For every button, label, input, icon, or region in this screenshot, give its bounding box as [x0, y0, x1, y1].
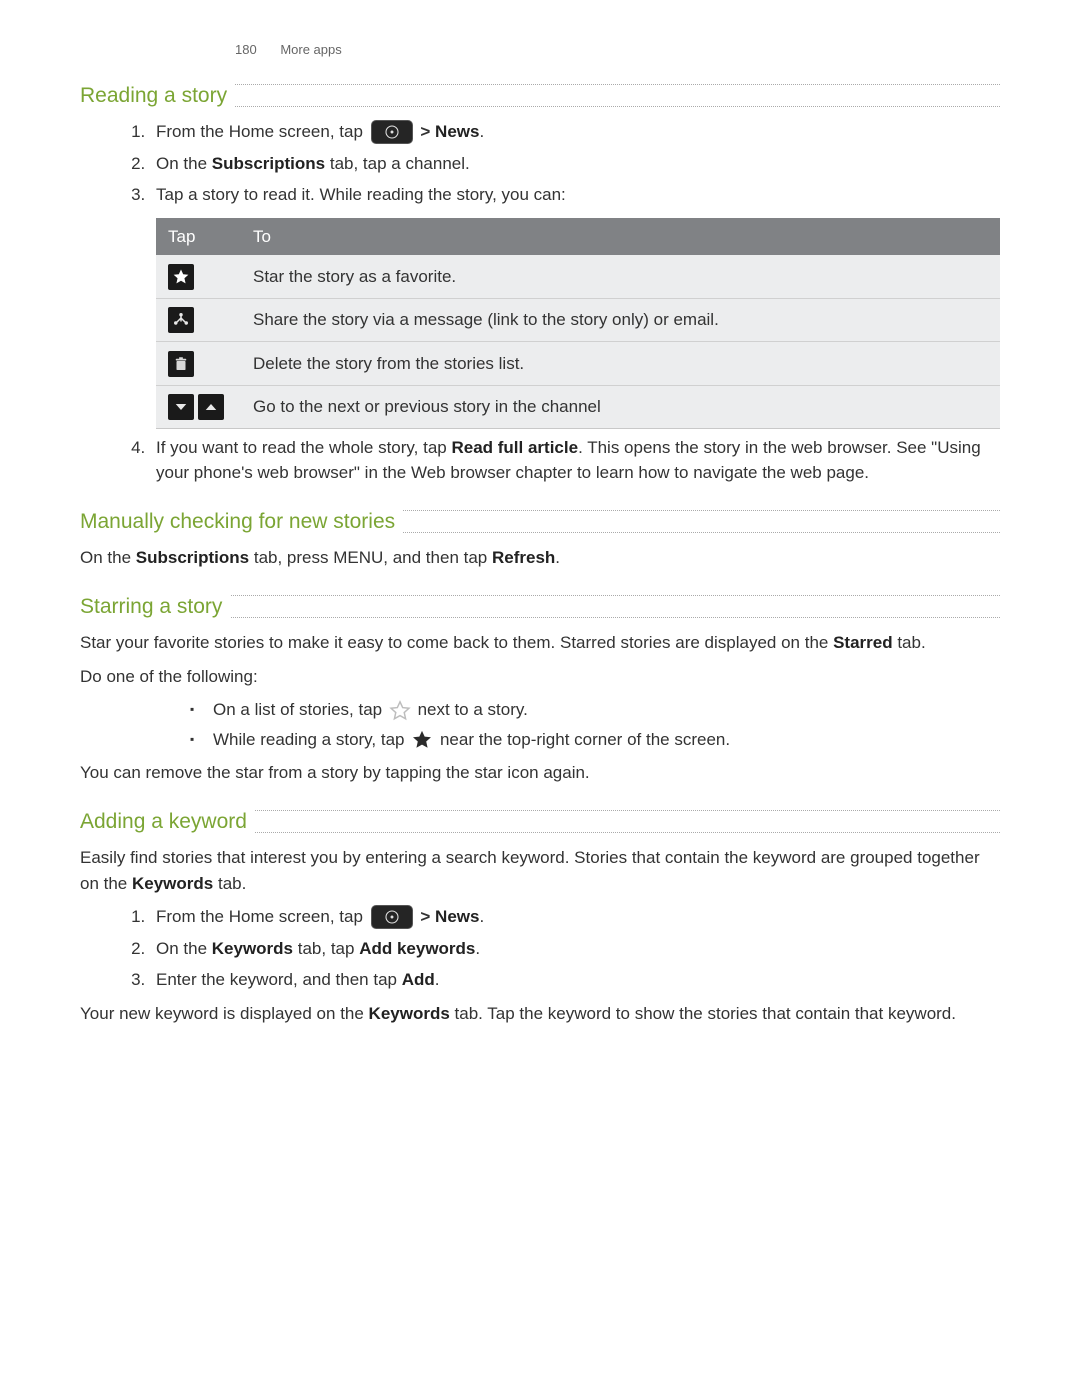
text: tab, tap: [293, 939, 359, 958]
page-header: 180 More apps: [80, 40, 1000, 60]
refresh-label: Refresh: [492, 548, 555, 567]
trash-icon: [168, 351, 194, 377]
row-desc: Star the story as a favorite.: [241, 255, 1000, 298]
chevron: >: [420, 907, 430, 926]
chevron: >: [420, 122, 430, 141]
keywords-label: Keywords: [369, 1004, 450, 1023]
section-title: Adding a keyword: [80, 806, 255, 838]
chevron-down-icon: [168, 394, 194, 420]
paragraph: You can remove the star from a story by …: [80, 760, 1000, 786]
add-keywords-label: Add keywords: [359, 939, 475, 958]
step: If you want to read the whole story, tap…: [150, 435, 1000, 486]
text: next to a story.: [418, 700, 528, 719]
text: near the top-right corner of the screen.: [440, 730, 730, 749]
tap-to-table: Tap To Star the story as a favorite. Sha…: [156, 218, 1000, 429]
row-desc: Delete the story from the stories list.: [241, 342, 1000, 386]
text: If you want to read the whole story, tap: [156, 438, 451, 457]
section-heading-manual: Manually checking for new stories: [80, 506, 1000, 538]
col-header-tap: Tap: [156, 218, 241, 256]
text: .: [475, 939, 480, 958]
text: On the: [156, 154, 212, 173]
star-icon: [168, 264, 194, 290]
step: On the Subscriptions tab, tap a channel.: [150, 151, 1000, 177]
text: tab.: [213, 874, 246, 893]
text: tab.: [893, 633, 926, 652]
text: Enter the keyword, and then tap: [156, 970, 402, 989]
starred-label: Starred: [833, 633, 893, 652]
text: While reading a story, tap: [213, 730, 409, 749]
table-row: Star the story as a favorite.: [156, 255, 1000, 298]
period: .: [479, 907, 484, 926]
text: On a list of stories, tap: [213, 700, 387, 719]
news-label: News: [435, 907, 479, 926]
paragraph: Do one of the following:: [80, 664, 1000, 690]
read-full-label: Read full article: [451, 438, 578, 457]
section-title: Manually checking for new stories: [80, 506, 403, 538]
list-item: While reading a story, tap near the top-…: [190, 727, 1000, 753]
text: On the: [80, 548, 136, 567]
step: Enter the keyword, and then tap Add.: [150, 967, 1000, 993]
text: tab, press MENU, and then tap: [249, 548, 492, 567]
text: Your new keyword is displayed on the: [80, 1004, 369, 1023]
step: On the Keywords tab, tap Add keywords.: [150, 936, 1000, 962]
text: From the Home screen, tap: [156, 907, 368, 926]
text: .: [435, 970, 440, 989]
share-icon: [168, 307, 194, 333]
paragraph: Easily find stories that interest you by…: [80, 845, 1000, 896]
section-title: Starring a story: [80, 591, 230, 623]
list-item: On a list of stories, tap next to a stor…: [190, 697, 1000, 723]
section-heading-keyword: Adding a keyword: [80, 806, 1000, 838]
text: From the Home screen, tap: [156, 122, 368, 141]
keywords-label: Keywords: [212, 939, 293, 958]
step: From the Home screen, tap > News.: [150, 119, 1000, 145]
paragraph: On the Subscriptions tab, press MENU, an…: [80, 545, 1000, 571]
section-heading-reading: Reading a story: [80, 80, 1000, 112]
section-heading-starring: Starring a story: [80, 591, 1000, 623]
subscriptions-label: Subscriptions: [136, 548, 249, 567]
reading-steps: From the Home screen, tap > News. On the…: [80, 119, 1000, 486]
row-desc: Share the story via a message (link to t…: [241, 298, 1000, 342]
page-number: 180: [235, 42, 257, 57]
text: Star your favorite stories to make it ea…: [80, 633, 833, 652]
row-desc: Go to the next or previous story in the …: [241, 385, 1000, 428]
table-row: Delete the story from the stories list.: [156, 342, 1000, 386]
star-filled-icon: [411, 729, 433, 751]
table-row: Go to the next or previous story in the …: [156, 385, 1000, 428]
step: Tap a story to read it. While reading th…: [150, 182, 1000, 429]
paragraph: Star your favorite stories to make it ea…: [80, 630, 1000, 656]
section-title: Reading a story: [80, 80, 235, 112]
subscriptions-label: Subscriptions: [212, 154, 325, 173]
col-header-to: To: [241, 218, 1000, 256]
text: Tap a story to read it. While reading th…: [156, 185, 566, 204]
step: From the Home screen, tap > News.: [150, 904, 1000, 930]
keyword-steps: From the Home screen, tap > News. On the…: [80, 904, 1000, 993]
add-label: Add: [402, 970, 435, 989]
chapter-title: More apps: [280, 42, 341, 57]
news-label: News: [435, 122, 479, 141]
text: On the: [156, 939, 212, 958]
table-row: Share the story via a message (link to t…: [156, 298, 1000, 342]
bullet-list: On a list of stories, tap next to a stor…: [80, 697, 1000, 752]
star-outline-icon: [389, 700, 411, 722]
text: tab, tap a channel.: [325, 154, 470, 173]
text: tab. Tap the keyword to show the stories…: [450, 1004, 956, 1023]
keywords-label: Keywords: [132, 874, 213, 893]
apps-icon: [371, 905, 413, 929]
apps-icon: [371, 120, 413, 144]
chevron-up-icon: [198, 394, 224, 420]
paragraph: Your new keyword is displayed on the Key…: [80, 1001, 1000, 1027]
period: .: [479, 122, 484, 141]
text: .: [555, 548, 560, 567]
